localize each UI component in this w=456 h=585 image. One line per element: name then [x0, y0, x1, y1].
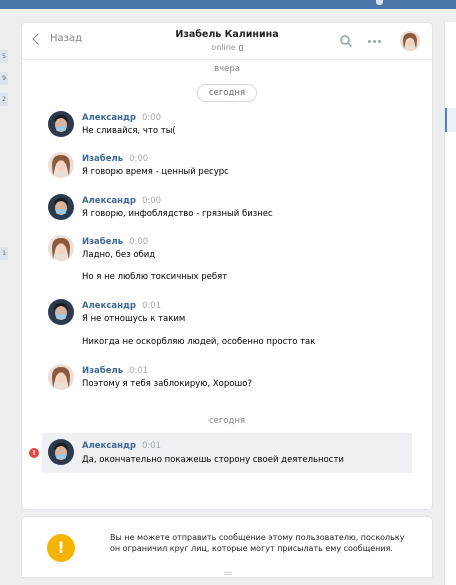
- message-time: 0:01: [129, 366, 149, 376]
- mobile-phone-icon: [238, 44, 243, 51]
- author-avatar[interactable]: [48, 111, 74, 137]
- top-navigation-bar: [0, 0, 456, 9]
- chevron-left-icon: [32, 32, 44, 45]
- peer-name: Изабель Калинина: [175, 29, 279, 40]
- author-avatar[interactable]: [48, 152, 74, 178]
- author-name[interactable]: Александр: [82, 301, 136, 311]
- message-author[interactable]: Изабель 0:00: [82, 154, 148, 164]
- message-text: Ладно, без обид: [82, 250, 156, 260]
- error-icon[interactable]: !: [29, 448, 39, 458]
- message-text: Но я не люблю токсичных ребят: [82, 272, 228, 282]
- message-group-failed[interactable]: Александр 0:01 Да, окончательно покажешь …: [42, 433, 412, 473]
- back-label: Назад: [50, 33, 83, 44]
- right-panel-selected-item[interactable]: [445, 108, 456, 132]
- peer-info[interactable]: Изабель Калинина online: [142, 29, 312, 52]
- author-name[interactable]: Изабель: [82, 154, 123, 164]
- message-time: 0:00: [141, 113, 162, 123]
- message-time: 0:01: [141, 441, 162, 451]
- sidebar-counter-badge[interactable]: 9: [0, 72, 8, 85]
- message-text: Поэтому я тебя заблокирую, Хорошо?: [82, 379, 252, 389]
- author-avatar[interactable]: [48, 299, 74, 325]
- message-author[interactable]: Александр 0:00: [82, 196, 161, 206]
- chat-window: Назад Изабель Калинина online вчера сего…: [21, 22, 433, 510]
- message-time: 0:01: [141, 301, 162, 311]
- author-avatar[interactable]: [48, 235, 74, 261]
- right-panel: [444, 22, 456, 585]
- search-icon[interactable]: [340, 35, 352, 47]
- message-author[interactable]: Изабель 0:01: [82, 366, 148, 376]
- peer-status-text: online: [211, 43, 236, 52]
- back-button[interactable]: Назад: [31, 32, 83, 45]
- message-time: 0:00: [141, 196, 162, 206]
- message-text: Не сливайся, что ты(: [82, 126, 176, 136]
- author-avatar[interactable]: [48, 364, 74, 390]
- message-time: 0:00: [129, 154, 149, 164]
- author-name[interactable]: Изабель: [82, 237, 123, 247]
- notice-text: Вы не можете отправить сообщение этому п…: [110, 533, 405, 553]
- message-time: 0:00: [129, 237, 149, 247]
- sidebar-counter-badge[interactable]: 1: [0, 247, 8, 260]
- sidebar-counter-badge[interactable]: 5: [0, 50, 8, 63]
- message-text: Я говорю время - ценный ресурс: [82, 167, 229, 177]
- message-text: Да, окончательно покажешь сторону своей …: [82, 455, 344, 465]
- message-author[interactable]: Изабель 0:00: [82, 237, 148, 247]
- date-separator-yesterday: вчера: [214, 64, 240, 74]
- peer-status: online: [142, 43, 312, 52]
- date-separator-today: сегодня: [208, 416, 246, 426]
- chat-header: Назад Изабель Калинина online: [22, 23, 432, 60]
- author-avatar[interactable]: [48, 439, 74, 465]
- message-text: Я говорю, инфоблядство - грязный бизнес: [82, 209, 273, 219]
- message-text: Никогда не оскорбляю людей, особенно про…: [82, 337, 316, 347]
- message-author[interactable]: Александр 0:01: [82, 441, 161, 451]
- author-name[interactable]: Александр: [82, 196, 136, 206]
- peer-avatar[interactable]: [400, 31, 420, 51]
- author-name[interactable]: Александр: [82, 441, 136, 451]
- blocked-notice: ! Вы не можете отправить сообщение этому…: [21, 516, 433, 578]
- sidebar-counter-badge[interactable]: 2: [0, 93, 8, 106]
- notification-icon[interactable]: [376, 0, 383, 5]
- warning-icon: !: [47, 534, 75, 562]
- message-text: Я не отношусь к таким: [82, 314, 186, 324]
- author-name[interactable]: Изабель: [82, 366, 123, 376]
- author-name[interactable]: Александр: [82, 113, 136, 123]
- message-author[interactable]: Александр 0:00: [82, 113, 161, 123]
- message-author[interactable]: Александр 0:01: [82, 301, 161, 311]
- author-avatar[interactable]: [48, 194, 74, 220]
- more-options-icon[interactable]: [368, 40, 381, 43]
- resize-grip-icon[interactable]: [224, 572, 232, 575]
- date-separator-today-pill[interactable]: сегодня: [197, 84, 257, 102]
